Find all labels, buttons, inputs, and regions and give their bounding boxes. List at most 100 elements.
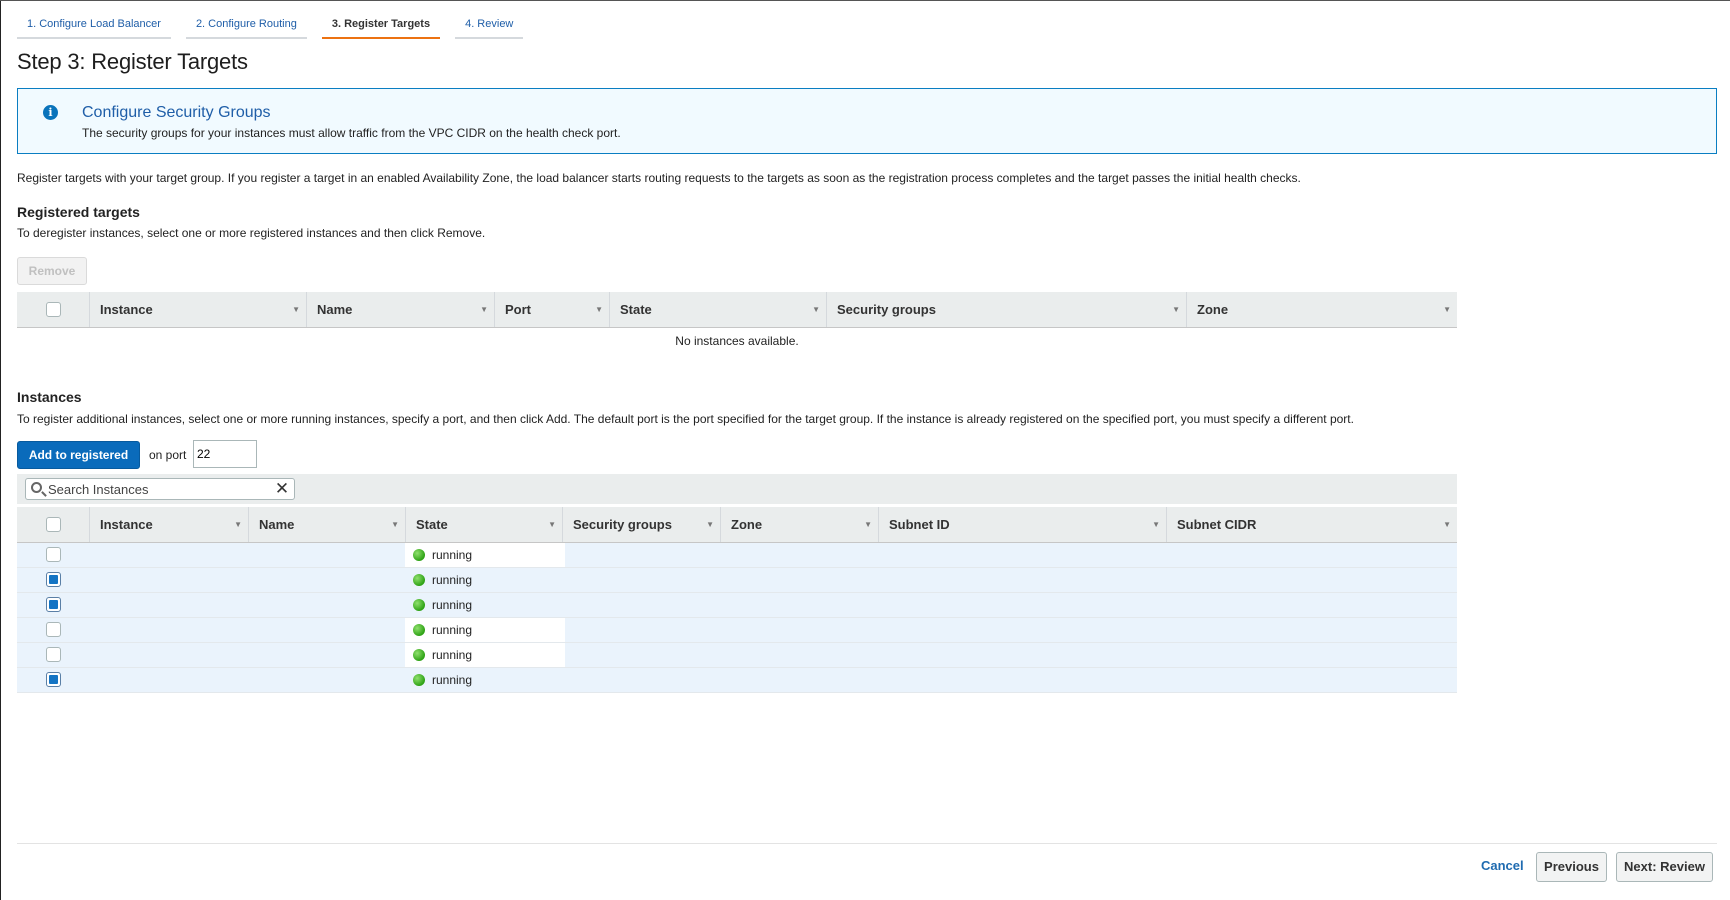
column-label: Subnet ID: [889, 517, 950, 532]
select-all-checkbox[interactable]: [46, 517, 61, 532]
running-status-icon: [413, 673, 425, 686]
table-header: Instance ▼ Name ▼ State ▼ Security groups ▼ …: [17, 507, 1457, 543]
column-header-port[interactable]: Port ▼: [494, 292, 609, 327]
state-label: running: [432, 673, 473, 687]
column-label: Zone: [731, 517, 763, 532]
column-header-subnet-id[interactable]: Subnet ID ▼: [878, 507, 1166, 542]
sort-caret-icon: ▼: [1443, 520, 1451, 529]
state-label: running: [432, 623, 473, 637]
table-row[interactable]: running: [17, 668, 1457, 693]
column-header-zone[interactable]: Zone ▼: [1186, 292, 1457, 327]
running-status-icon: [413, 598, 425, 611]
select-all-cell: [17, 292, 89, 327]
table-row[interactable]: running: [17, 643, 1457, 668]
table-row[interactable]: running: [17, 593, 1457, 618]
column-label: Port: [505, 302, 531, 317]
info-banner: i Configure Security Groups The security…: [17, 88, 1717, 154]
registered-targets-table: Instance ▼ Name ▼ Port ▼ State ▼ Security gr…: [17, 292, 1457, 360]
previous-button[interactable]: Previous: [1536, 852, 1607, 882]
search-box[interactable]: ✕: [25, 478, 295, 500]
port-input[interactable]: [193, 440, 257, 468]
column-label: Security groups: [837, 302, 936, 317]
column-label: Security groups: [573, 517, 672, 532]
column-label: Instance: [100, 517, 153, 532]
state-label: running: [432, 598, 473, 612]
clear-icon[interactable]: ✕: [274, 480, 290, 497]
port-label: on port: [149, 448, 187, 462]
row-checkbox[interactable]: [46, 672, 61, 687]
column-header-name[interactable]: Name ▼: [306, 292, 494, 327]
info-title: Configure Security Groups: [82, 104, 271, 121]
select-all-cell: [17, 507, 89, 542]
instances-description: To register additional instances, select…: [17, 412, 1354, 426]
column-header-zone[interactable]: Zone ▼: [720, 507, 878, 542]
running-status-icon: [413, 623, 425, 636]
step-review[interactable]: 4. Review: [455, 13, 524, 39]
running-status-icon: [413, 573, 425, 586]
state-cell: running: [413, 668, 472, 692]
search-icon: [31, 482, 42, 493]
column-header-name[interactable]: Name ▼: [248, 507, 405, 542]
column-label: State: [416, 517, 448, 532]
search-input[interactable]: [48, 479, 268, 499]
table-row[interactable]: running: [17, 618, 1457, 643]
row-checkbox[interactable]: [46, 572, 61, 587]
state-cell: running: [413, 543, 472, 567]
sort-caret-icon: ▼: [1443, 305, 1451, 314]
sort-caret-icon: ▼: [1152, 520, 1160, 529]
column-header-security-groups[interactable]: Security groups ▼: [826, 292, 1186, 327]
state-cell: running: [413, 593, 472, 617]
column-header-security-groups[interactable]: Security groups ▼: [562, 507, 720, 542]
sort-caret-icon: ▼: [292, 305, 300, 314]
row-checkbox[interactable]: [46, 597, 61, 612]
state-cell: running: [413, 568, 472, 592]
column-header-state[interactable]: State ▼: [609, 292, 826, 327]
search-toolbar: ✕: [17, 474, 1457, 504]
sort-caret-icon: ▼: [706, 520, 714, 529]
info-text: The security groups for your instances m…: [82, 126, 621, 140]
state-cell: running: [413, 643, 472, 667]
sort-caret-icon: ▼: [548, 520, 556, 529]
sort-caret-icon: ▼: [595, 305, 603, 314]
column-label: Zone: [1197, 302, 1229, 317]
page-title: Step 3: Register Targets: [17, 49, 248, 74]
cancel-link[interactable]: Cancel: [1481, 858, 1524, 873]
running-status-icon: [413, 648, 425, 661]
wizard-steps: 1. Configure Load Balancer 2. Configure …: [17, 13, 524, 39]
table-row[interactable]: running: [17, 568, 1457, 593]
intro-text: Register targets with your target group.…: [17, 171, 1301, 185]
instances-title: Instances: [17, 389, 82, 405]
column-label: Name: [317, 302, 353, 317]
row-checkbox[interactable]: [46, 647, 61, 662]
table-row[interactable]: running: [17, 543, 1457, 568]
state-label: running: [432, 648, 473, 662]
add-to-registered-button[interactable]: Add to registered: [17, 441, 140, 469]
next-review-button[interactable]: Next: Review: [1616, 852, 1713, 882]
sort-caret-icon: ▼: [1172, 305, 1180, 314]
column-header-subnet-cidr[interactable]: Subnet CIDR ▼: [1166, 507, 1457, 542]
row-checkbox[interactable]: [46, 622, 61, 637]
registered-targets-description: To deregister instances, select one or m…: [17, 226, 486, 240]
state-cell: running: [413, 618, 472, 642]
step-register-targets[interactable]: 3. Register Targets: [321, 13, 441, 39]
column-header-instance[interactable]: Instance ▼: [89, 292, 306, 327]
state-label: running: [432, 573, 473, 587]
sort-caret-icon: ▼: [234, 520, 242, 529]
empty-message: No instances available.: [675, 334, 799, 348]
footer-divider: [17, 843, 1717, 844]
registered-targets-title: Registered targets: [17, 204, 140, 220]
info-icon: i: [43, 105, 58, 120]
remove-button[interactable]: Remove: [17, 257, 87, 285]
column-label: Instance: [100, 302, 153, 317]
step-configure-load-balancer[interactable]: 1. Configure Load Balancer: [17, 13, 171, 39]
instances-table: Instance ▼ Name ▼ State ▼ Security groups ▼ …: [17, 507, 1457, 693]
column-header-state[interactable]: State ▼: [405, 507, 562, 542]
step-configure-routing[interactable]: 2. Configure Routing: [185, 13, 307, 39]
column-label: Subnet CIDR: [1177, 517, 1257, 532]
column-label: State: [620, 302, 652, 317]
column-header-instance[interactable]: Instance ▼: [89, 507, 248, 542]
select-all-checkbox[interactable]: [46, 302, 61, 317]
sort-caret-icon: ▼: [480, 305, 488, 314]
running-status-icon: [413, 548, 425, 561]
row-checkbox[interactable]: [46, 547, 61, 562]
